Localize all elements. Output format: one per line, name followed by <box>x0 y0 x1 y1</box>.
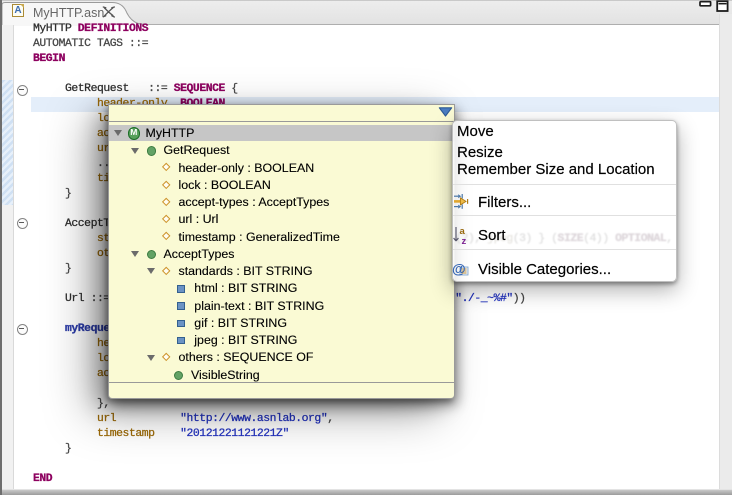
svg-text:z: z <box>462 236 467 245</box>
svg-text:@: @ <box>452 261 466 277</box>
